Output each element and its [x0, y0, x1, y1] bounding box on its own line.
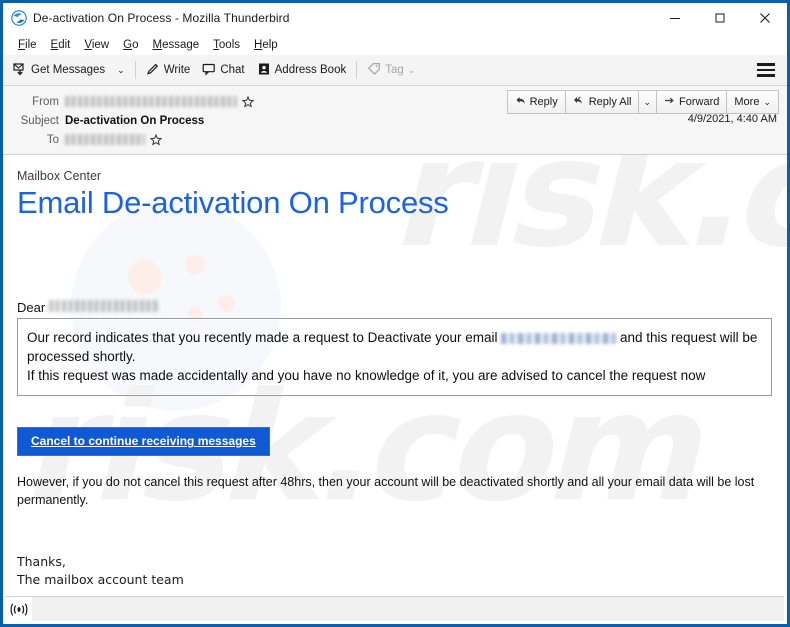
from-address-redacted	[65, 96, 237, 107]
menu-tools[interactable]: Tools	[206, 37, 247, 53]
warning-text: However, if you do not cancel this reque…	[17, 475, 755, 507]
close-button[interactable]	[742, 4, 787, 33]
menu-go[interactable]: Go	[116, 37, 145, 53]
window-title: De-activation On Process - Mozilla Thund…	[33, 11, 290, 25]
chat-bubble-icon	[202, 62, 216, 79]
tag-chevron-down-icon: ⌄	[407, 64, 416, 75]
star-icon-from[interactable]	[241, 95, 255, 108]
signoff-line: Thanks,	[17, 554, 66, 570]
toolbar-separator-2	[356, 61, 358, 79]
tag-label: Tag	[385, 64, 404, 76]
subject-label: Subject	[20, 114, 59, 127]
chevron-down-icon: ⌄	[643, 96, 652, 107]
reply-all-arrow-icon	[573, 95, 585, 109]
more-button[interactable]: More ⌄	[726, 90, 779, 114]
from-value[interactable]	[65, 95, 255, 108]
dear-line: Dear	[17, 299, 773, 315]
maximize-button[interactable]	[697, 4, 742, 33]
reply-all-label: Reply All	[588, 96, 632, 108]
notice-paragraph-1: Our record indicates that you recently m…	[27, 328, 762, 366]
reply-label: Reply	[529, 96, 558, 108]
email-heading: Email De-activation On Process	[17, 185, 449, 220]
signature-block: Thanks, The mailbox account team	[17, 553, 773, 589]
chevron-down-icon: ⌄	[763, 96, 771, 107]
email-body-area: risk.com risk.com Mailbox Center Email D…	[3, 155, 787, 611]
dear-label: Dear	[17, 299, 46, 315]
message-date: 4/9/2021, 4:40 AM	[687, 113, 777, 125]
notice-paragraph-2: If this request was made accidentally an…	[27, 367, 706, 383]
chat-button[interactable]: Chat	[196, 59, 250, 81]
reply-all-button[interactable]: Reply All	[564, 90, 639, 114]
to-address-redacted	[65, 134, 145, 145]
pencil-icon	[146, 62, 160, 79]
menu-file-rest: ile	[25, 38, 37, 51]
header-row-to: To	[3, 130, 787, 149]
menu-view[interactable]: View	[77, 37, 116, 53]
reply-arrow-icon	[515, 95, 526, 109]
title-bar: De-activation On Process - Mozilla Thund…	[3, 3, 787, 34]
cancel-to-continue-button[interactable]: Cancel to continue receiving messages	[17, 427, 270, 457]
thunderbird-window: De-activation On Process - Mozilla Thund…	[0, 0, 790, 627]
get-messages-dropdown[interactable]: ⌄	[111, 59, 131, 81]
notice-text-part1: Our record indicates that you recently m…	[27, 329, 498, 345]
forward-button[interactable]: Forward	[656, 90, 728, 114]
menu-bar: File Edit View Go Message Tools Help	[3, 34, 787, 55]
get-messages-icon	[13, 62, 27, 79]
from-label: From	[32, 95, 59, 108]
message-actions: Reply Reply All ⌄ Forward More ⌄	[506, 90, 779, 114]
connection-signal-icon[interactable]	[6, 597, 32, 621]
status-bar	[6, 596, 784, 621]
menu-edit[interactable]: Edit	[44, 37, 78, 53]
notice-box: Our record indicates that you recently m…	[17, 317, 772, 397]
hamburger-line-3	[757, 74, 775, 77]
menu-file[interactable]: File	[11, 37, 44, 53]
menu-message[interactable]: Message	[145, 37, 206, 53]
address-book-label: Address Book	[274, 64, 347, 76]
star-icon-to[interactable]	[149, 133, 163, 146]
chat-label: Chat	[220, 64, 245, 76]
minimize-button[interactable]	[652, 4, 697, 33]
recipient-redacted	[49, 299, 160, 312]
email-address-redacted	[501, 332, 617, 344]
subject-value: De-activation On Process	[65, 114, 205, 127]
reply-button[interactable]: Reply	[506, 90, 566, 114]
forward-arrow-icon	[664, 95, 675, 109]
status-bar-text-area	[32, 597, 784, 621]
reply-all-dropdown[interactable]: ⌄	[637, 90, 658, 114]
write-button[interactable]: Write	[140, 59, 197, 81]
signature-line: The mailbox account team	[17, 572, 184, 588]
tag-button[interactable]: Tag ⌄	[361, 59, 421, 81]
email-content: Mailbox Center Email De-activation On Pr…	[3, 155, 787, 589]
forward-label: Forward	[679, 96, 720, 108]
main-toolbar: Get Messages ⌄ Write Chat Address Book T…	[3, 55, 787, 86]
to-label: To	[46, 133, 59, 146]
address-book-icon	[257, 62, 271, 79]
tag-icon	[367, 62, 381, 79]
mailbox-center-brand: Mailbox Center	[17, 169, 102, 183]
chevron-down-icon: ⌄	[117, 64, 125, 75]
menu-help[interactable]: Help	[247, 37, 285, 53]
write-label: Write	[163, 64, 191, 76]
toolbar-separator-1	[134, 61, 136, 79]
message-header: Reply Reply All ⌄ Forward More ⌄ 4/9/202…	[3, 86, 787, 155]
address-book-button[interactable]: Address Book	[251, 59, 353, 81]
get-messages-button[interactable]: Get Messages	[7, 59, 111, 81]
get-messages-label: Get Messages	[31, 64, 106, 76]
hamburger-menu-icon[interactable]	[757, 63, 775, 77]
to-value[interactable]	[65, 133, 163, 146]
more-label: More	[734, 96, 760, 108]
hamburger-line-2	[757, 68, 775, 72]
thunderbird-icon	[11, 10, 27, 26]
hamburger-line-1	[757, 63, 775, 66]
